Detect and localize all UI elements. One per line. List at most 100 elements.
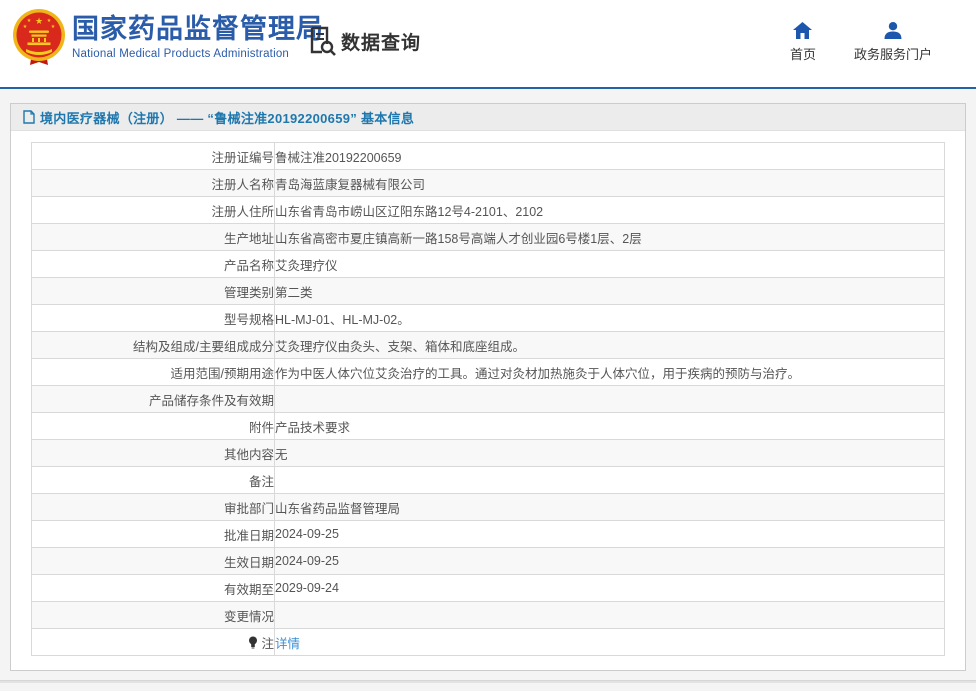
row-value (274, 601, 945, 629)
page-icon (23, 110, 35, 124)
row-value: 山东省高密市夏庄镇高新一路158号高端人才创业园6号楼1层、2层 (274, 223, 945, 251)
row-label-cell: 有效期至 (31, 574, 275, 602)
content-panel: 境内医疗器械（注册） —— “鲁械注准20192200659” 基本信息 注册证… (10, 103, 966, 671)
home-icon (793, 22, 813, 39)
row-label-cell: 产品名称 (31, 250, 275, 278)
row-label: 注 (261, 636, 274, 651)
national-emblem-icon: ★ ★ ★ ★ ★ (13, 9, 65, 65)
row-label: 型号规格 (223, 312, 274, 327)
row-value: 2029-09-24 (274, 574, 945, 602)
row-label: 管理类别 (223, 285, 274, 300)
table-row: 注 详情 (31, 628, 945, 656)
table-row: 产品名称 艾灸理疗仪 (31, 250, 945, 278)
table-row: 注册证编号 鲁械注准20192200659 (31, 142, 945, 170)
row-label-cell: 备注 (31, 466, 275, 494)
row-label: 生产地址 (223, 231, 274, 246)
row-label-cell: 注 (31, 628, 275, 656)
table-row: 管理类别 第二类 (31, 277, 945, 305)
row-value: 产品技术要求 (274, 412, 945, 440)
row-label-cell: 注册人住所 (31, 196, 275, 224)
table-row: 注册人名称 青岛海蓝康复器械有限公司 (31, 169, 945, 197)
row-label-cell: 审批部门 (31, 493, 275, 521)
detail-link[interactable]: 详情 (275, 637, 300, 651)
row-label: 注册人名称 (211, 177, 274, 192)
table-row: 其他内容 无 (31, 439, 945, 467)
national-emblem-logo[interactable]: ★ ★ ★ ★ ★ (12, 9, 66, 67)
row-label: 产品名称 (223, 258, 274, 273)
brand-title: 国家药品监督管理局 (72, 14, 324, 44)
row-value: 山东省药品监督管理局 (274, 493, 945, 521)
user-icon (884, 22, 902, 39)
row-label: 批准日期 (223, 528, 274, 543)
row-value: 艾灸理疗仪由灸头、支架、箱体和底座组成。 (274, 331, 945, 359)
svg-text:★: ★ (35, 16, 43, 26)
site-header: ★ ★ ★ ★ ★ 国家药品监督管理局 National Medical Pro… (0, 0, 976, 87)
table-row: 注册人住所 山东省青岛市崂山区辽阳东路12号4-2101、2102 (31, 196, 945, 224)
row-label-cell: 注册证编号 (31, 142, 275, 170)
nav-item-portal[interactable]: 政务服务门户 (854, 22, 932, 63)
row-value: HL-MJ-01、HL-MJ-02。 (274, 304, 945, 332)
row-value: 青岛海蓝康复器械有限公司 (274, 169, 945, 197)
row-value: 艾灸理疗仪 (274, 250, 945, 278)
table-row: 适用范围/预期用途 作为中医人体穴位艾灸治疗的工具。通过对灸材加热施灸于人体穴位… (31, 358, 945, 386)
row-value: 详情 (274, 628, 945, 656)
row-label: 产品储存条件及有效期 (148, 393, 274, 408)
table-row: 批准日期 2024-09-25 (31, 520, 945, 548)
row-label: 注册人住所 (211, 204, 274, 219)
table-row: 附件 产品技术要求 (31, 412, 945, 440)
info-table: 注册证编号 鲁械注准20192200659 注册人名称 青岛海蓝康复器械有限公司… (31, 142, 945, 656)
row-label: 注册证编号 (211, 150, 274, 165)
footer-strip (0, 680, 976, 683)
table-row: 生产地址 山东省高密市夏庄镇高新一路158号高端人才创业园6号楼1层、2层 (31, 223, 945, 251)
row-label: 生效日期 (223, 555, 274, 570)
data-query-label: 数据查询 (341, 32, 422, 54)
table-row: 变更情况 (31, 601, 945, 629)
row-value: 作为中医人体穴位艾灸治疗的工具。通过对灸材加热施灸于人体穴位，用于疾病的预防与治… (274, 358, 945, 386)
document-search-icon (308, 26, 336, 56)
svg-text:★: ★ (27, 18, 32, 24)
table-row: 生效日期 2024-09-25 (31, 547, 945, 575)
header-nav: 首页 政务服务门户 (790, 22, 932, 63)
row-label: 适用范围/预期用途 (170, 366, 274, 381)
table-row: 备注 (31, 466, 945, 494)
row-value: 无 (274, 439, 945, 467)
nav-home-label: 首页 (789, 47, 816, 62)
svg-text:★: ★ (51, 24, 56, 30)
row-label: 备注 (248, 474, 274, 489)
table-row: 产品储存条件及有效期 (31, 385, 945, 413)
row-label: 附件 (248, 420, 274, 435)
row-value: 2024-09-25 (274, 547, 945, 575)
bulb-icon (249, 636, 258, 649)
row-label-cell: 结构及组成/主要组成成分 (31, 331, 275, 359)
title-bar: 境内医疗器械（注册） —— “鲁械注准20192200659” 基本信息 (11, 104, 965, 131)
brand-block: 国家药品监督管理局 National Medical Products Admi… (72, 13, 324, 60)
nav-portal-label: 政务服务门户 (853, 47, 932, 62)
row-label: 有效期至 (223, 582, 274, 597)
row-label: 结构及组成/主要组成成分 (133, 339, 274, 354)
row-label-cell: 其他内容 (31, 439, 275, 467)
table-row: 型号规格 HL-MJ-01、HL-MJ-02。 (31, 304, 945, 332)
table-row: 有效期至 2029-09-24 (31, 574, 945, 602)
row-label: 审批部门 (223, 501, 274, 516)
nav-item-home[interactable]: 首页 (790, 22, 816, 63)
row-value: 鲁械注准20192200659 (274, 142, 945, 170)
row-value (274, 385, 945, 413)
row-label: 变更情况 (223, 609, 274, 624)
row-label-cell: 产品储存条件及有效期 (31, 385, 275, 413)
row-label-cell: 管理类别 (31, 277, 275, 305)
row-label-cell: 注册人名称 (31, 169, 275, 197)
row-value: 山东省青岛市崂山区辽阳东路12号4-2101、2102 (274, 196, 945, 224)
svg-text:★: ★ (23, 24, 28, 30)
row-value: 2024-09-25 (274, 520, 945, 548)
info-table-body: 注册证编号 鲁械注准20192200659 注册人名称 青岛海蓝康复器械有限公司… (31, 142, 945, 656)
table-row: 审批部门 山东省药品监督管理局 (31, 493, 945, 521)
data-query-nav[interactable]: 数据查询 (308, 26, 421, 56)
row-label-cell: 生效日期 (31, 547, 275, 575)
page-title: 境内医疗器械（注册） —— “鲁械注准20192200659” 基本信息 (40, 110, 415, 126)
row-label-cell: 生产地址 (31, 223, 275, 251)
brand-subtitle: National Medical Products Administration (72, 48, 290, 60)
row-value (274, 466, 945, 494)
row-label-cell: 批准日期 (31, 520, 275, 548)
row-value: 第二类 (274, 277, 945, 305)
row-label-cell: 附件 (31, 412, 275, 440)
